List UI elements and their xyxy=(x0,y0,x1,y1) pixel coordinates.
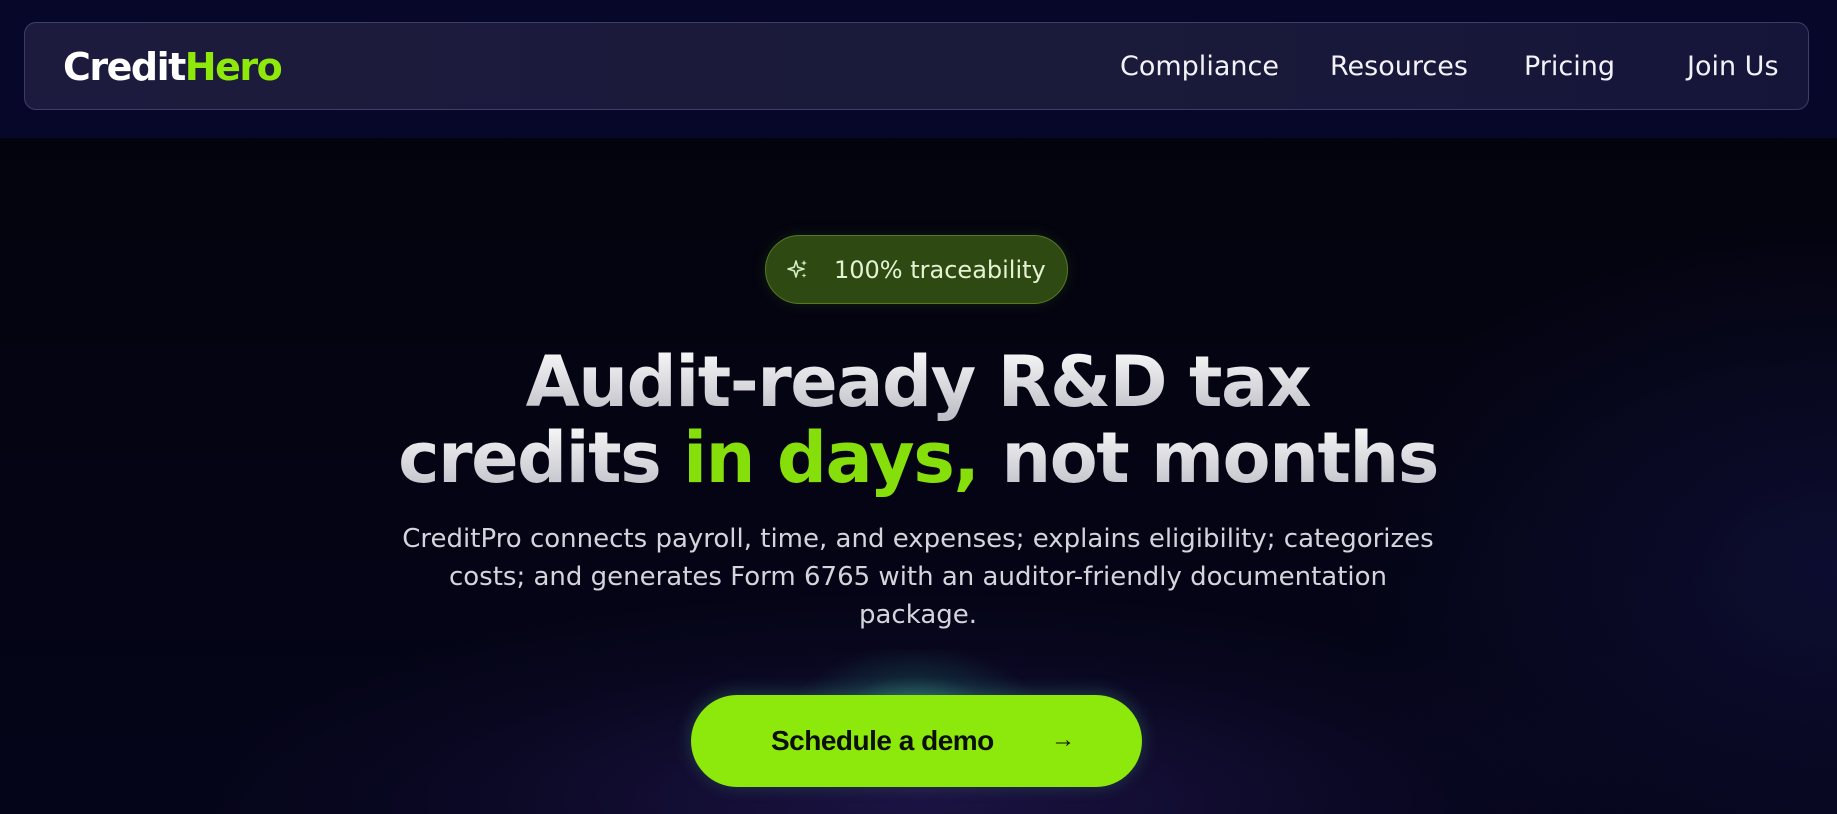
hero-description: CreditPro connects payroll, time, and ex… xyxy=(402,524,1434,630)
headline-line1: Audit-ready R&D tax xyxy=(525,341,1312,423)
navbar: CreditHero Compliance Resources Pricing … xyxy=(24,22,1809,110)
headline-line2-start: credits xyxy=(398,417,662,499)
logo-text-hero: Hero xyxy=(184,45,283,89)
schedule-demo-label: Schedule a demo xyxy=(771,725,994,756)
arrow-right-icon: → xyxy=(1051,726,1075,753)
headline-accent: in days, xyxy=(683,417,980,499)
badge-label: 100% traceability xyxy=(834,256,1046,284)
nav-link-join-us[interactable]: Join Us xyxy=(1687,49,1779,85)
brand-logo[interactable]: CreditHero xyxy=(63,45,283,89)
schedule-demo-button[interactable]: Schedule a demo → xyxy=(691,695,1142,787)
traceability-badge: 100% traceability xyxy=(765,235,1068,304)
hero-headline: Audit-ready R&D tax credits in days, not… xyxy=(318,344,1518,496)
sparkle-icon xyxy=(787,260,807,278)
headline-line2-end: not months xyxy=(1001,417,1439,499)
landing-page: CreditHero Compliance Resources Pricing … xyxy=(0,0,1837,814)
logo-text-credit: Credit xyxy=(63,45,186,89)
nav-link-pricing[interactable]: Pricing xyxy=(1524,49,1615,85)
nav-link-resources[interactable]: Resources xyxy=(1330,49,1468,85)
nav-link-compliance[interactable]: Compliance xyxy=(1120,49,1279,85)
